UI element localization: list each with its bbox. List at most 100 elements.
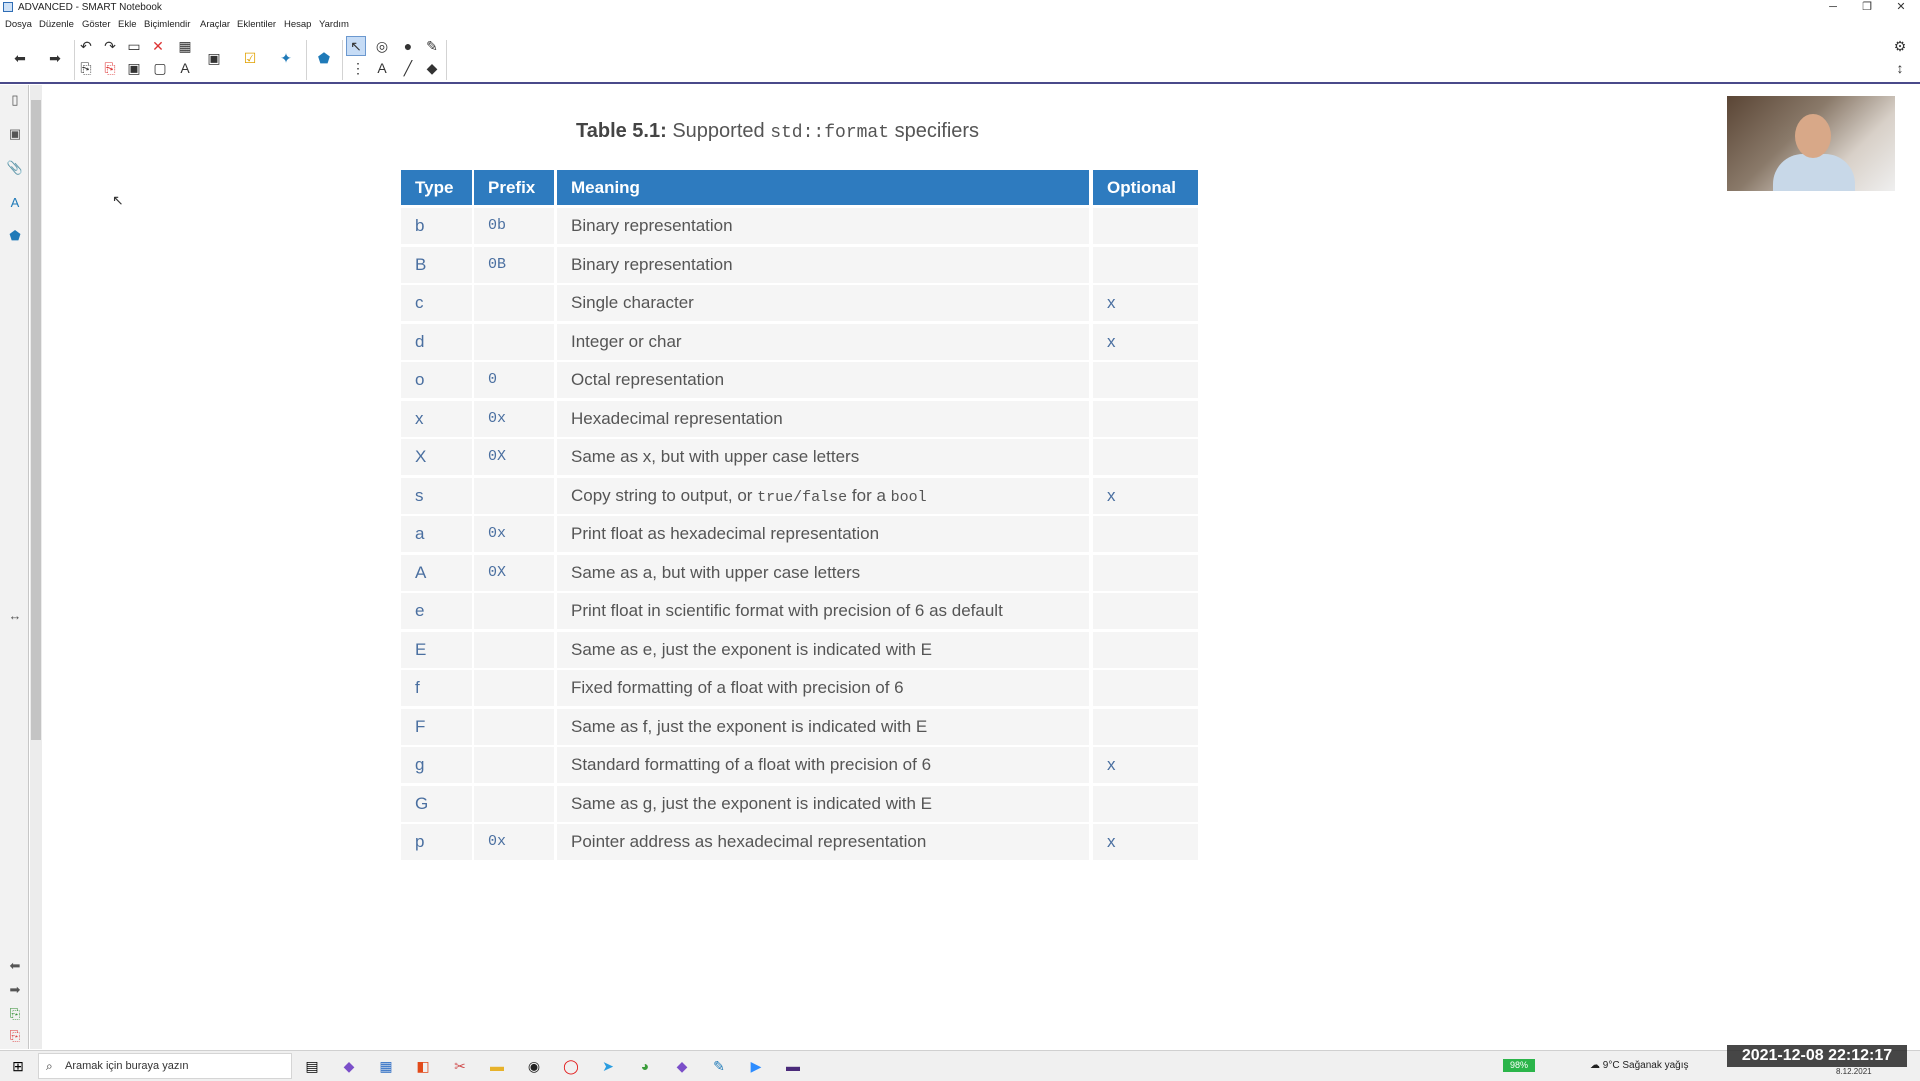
add-page-icon[interactable]: ⎘ [76, 58, 96, 78]
mouse-cursor-icon: ↖ [112, 192, 124, 208]
scrollbar-thumb[interactable] [31, 100, 41, 740]
cell-meaning: Binary representation [557, 208, 1089, 244]
cell-meaning: Standard formatting of a float with prec… [557, 747, 1089, 783]
menu-help[interactable]: Yardım [319, 19, 349, 30]
close-window-button[interactable]: ✕ [1884, 0, 1918, 15]
file-explorer-icon[interactable]: ▬ [487, 1056, 507, 1076]
spell-check-icon[interactable]: A [175, 58, 195, 78]
system-date[interactable]: 8.12.2021 [1836, 1067, 1872, 1076]
undo-icon[interactable]: ↶ [76, 36, 96, 56]
next-page-icon[interactable]: ➡ [45, 48, 65, 68]
cell-meaning: Same as x, but with upper case letters [557, 439, 1089, 475]
cell-prefix [474, 786, 554, 822]
settings-gear-icon[interactable]: ⚙ [1890, 36, 1910, 56]
properties-icon[interactable]: ⋮ [348, 58, 368, 78]
visual-studio-icon[interactable]: ◆ [339, 1056, 359, 1076]
cell-type: o [401, 362, 472, 398]
attachments-icon[interactable]: 📎 [6, 159, 24, 177]
sidebar-delete-page-icon[interactable]: ⎘ [6, 1027, 24, 1045]
menu-tools[interactable]: Araçlar [200, 19, 230, 30]
delete-icon[interactable]: ✕ [148, 36, 168, 56]
obs-icon[interactable]: ◉ [524, 1056, 544, 1076]
cell-prefix [474, 324, 554, 360]
addons-panel-icon[interactable]: ⬟ [6, 227, 24, 245]
cell-prefix: 0 [474, 362, 554, 398]
delete-page-icon[interactable]: ⎘ [100, 58, 120, 78]
cell-meaning: Single character [557, 285, 1089, 321]
visual-studio-2-icon[interactable]: ◆ [672, 1056, 692, 1076]
telegram-icon[interactable]: ➤ [598, 1056, 618, 1076]
table-icon[interactable]: ▦ [175, 36, 195, 56]
calculator-icon[interactable]: ▦ [376, 1056, 396, 1076]
window-title-bar: ADVANCED - SMART Notebook ─ ❐ ✕ [0, 0, 1920, 15]
cell-optional: x [1093, 285, 1198, 321]
response-icon[interactable]: ☑ [240, 48, 260, 68]
table-caption: Table 5.1: Supported std::format specifi… [576, 120, 980, 143]
sidebar-previous-icon[interactable]: ⬅ [6, 957, 24, 975]
weather-widget[interactable]: ☁ 9°C Sağanak yağış [1590, 1060, 1689, 1071]
cell-meaning: Same as e, just the exponent is indicate… [557, 632, 1089, 668]
gallery-icon[interactable]: ▣ [6, 125, 24, 143]
cell-meaning: Print float in scientific format with pr… [557, 593, 1089, 629]
cell-meaning: Octal representation [557, 362, 1089, 398]
capture-icon[interactable]: ▣ [204, 48, 224, 68]
previous-page-icon[interactable]: ⬅ [10, 48, 30, 68]
cell-prefix: 0b [474, 208, 554, 244]
snip-tool-icon[interactable]: ✂ [450, 1056, 470, 1076]
sidebar-add-page-icon[interactable]: ⎘ [6, 1005, 24, 1023]
cell-meaning: Fixed formatting of a float with precisi… [557, 670, 1089, 706]
restore-button[interactable]: ❐ [1850, 0, 1884, 15]
terminal-icon[interactable]: ▬ [783, 1056, 803, 1076]
line-tool-icon[interactable]: ╱ [398, 58, 418, 78]
cell-meaning: Integer or char [557, 324, 1089, 360]
menu-addons[interactable]: Eklentiler [237, 19, 276, 30]
menu-insert[interactable]: Ekle [118, 19, 136, 30]
addon-icon[interactable]: ✦ [276, 48, 296, 68]
chrome-icon[interactable]: ◕ [635, 1056, 655, 1076]
menu-file[interactable]: Dosya [5, 19, 32, 30]
shape-tool-icon[interactable]: ⬟ [314, 48, 334, 68]
header-meaning: Meaning [557, 170, 1089, 205]
sidebar-next-icon[interactable]: ➡ [6, 981, 24, 999]
save-icon[interactable]: ▣ [124, 58, 144, 78]
office-icon[interactable]: ◧ [413, 1056, 433, 1076]
menu-view[interactable]: Göster [82, 19, 111, 30]
redo-icon[interactable]: ↷ [100, 36, 120, 56]
select-tool-icon[interactable]: ↖ [346, 36, 366, 56]
cell-optional [1093, 247, 1198, 283]
taskbar-search-input[interactable]: ⌕ Aramak için buraya yazın [38, 1053, 292, 1079]
recording-timestamp: 2021-12-08 22:12:17 [1727, 1045, 1907, 1067]
cell-prefix: 0X [474, 439, 554, 475]
cell-optional [1093, 709, 1198, 745]
toolbar-position-icon[interactable]: ↕ [1890, 58, 1910, 78]
left-sidebar: ▯ ▣ 📎 A ⬟ ↔ ⬅ ➡ ⎘ ⎘ [0, 85, 29, 1049]
zoom-icon[interactable]: ▶ [746, 1056, 766, 1076]
cell-meaning: Same as a, but with upper case letters [557, 555, 1089, 591]
cell-type: g [401, 747, 472, 783]
notepad-icon[interactable]: ✎ [709, 1056, 729, 1076]
windows-start-icon[interactable]: ⊞ [8, 1056, 28, 1076]
cell-prefix: 0B [474, 247, 554, 283]
eraser-icon[interactable]: ◆ [422, 58, 442, 78]
cell-optional: x [1093, 747, 1198, 783]
cell-optional [1093, 401, 1198, 437]
battery-indicator[interactable]: 98% [1503, 1059, 1535, 1072]
menu-format[interactable]: Biçimlendir [144, 19, 190, 30]
menu-account[interactable]: Hesap [284, 19, 311, 30]
sidebar-resize-icon[interactable]: ↔ [6, 606, 24, 624]
page-sorter-icon[interactable]: ▯ [6, 91, 24, 109]
screen-shade-icon[interactable]: ▢ [150, 58, 170, 78]
properties-panel-icon[interactable]: A [6, 193, 24, 211]
page-icon[interactable]: ▭ [124, 36, 144, 56]
pen-tool-icon[interactable]: ✎ [422, 36, 442, 56]
opera-icon[interactable]: ◯ [561, 1056, 581, 1076]
fill-tool-icon[interactable]: ● [398, 36, 418, 56]
menu-edit[interactable]: Düzenle [39, 19, 74, 30]
text-tool-icon[interactable]: A [372, 58, 392, 78]
webcam-face [1795, 114, 1831, 158]
minimize-button[interactable]: ─ [1816, 0, 1850, 15]
cell-prefix [474, 632, 554, 668]
cell-prefix [474, 478, 554, 514]
magic-pen-icon[interactable]: ◎ [372, 36, 392, 56]
task-view-icon[interactable]: ▤ [302, 1056, 322, 1076]
